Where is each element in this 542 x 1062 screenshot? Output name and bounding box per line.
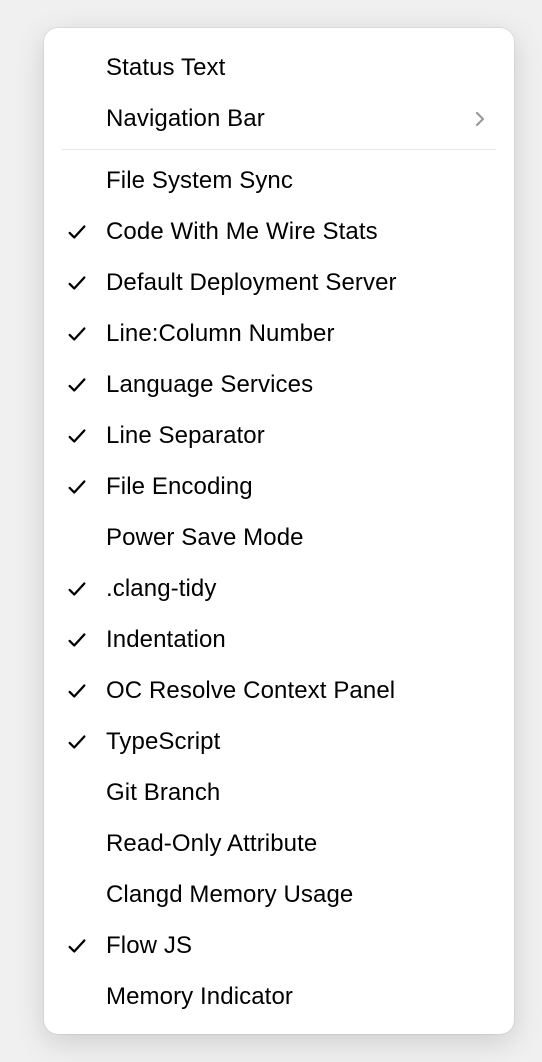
menu-item-label: Code With Me Wire Stats xyxy=(106,218,492,246)
menu-item-clang-tidy[interactable]: .clang-tidy xyxy=(44,563,514,614)
menu-item-label: Line Separator xyxy=(106,422,492,450)
menu-item-code-with-me-wire-stats[interactable]: Code With Me Wire Stats xyxy=(44,206,514,257)
menu-item-file-system-sync[interactable]: File System Sync xyxy=(44,155,514,206)
menu-item-clangd-memory-usage[interactable]: Clangd Memory Usage xyxy=(44,869,514,920)
menu-item-default-deployment-server[interactable]: Default Deployment Server xyxy=(44,257,514,308)
menu-item-label: .clang-tidy xyxy=(106,575,492,603)
check-icon xyxy=(66,935,106,957)
check-icon xyxy=(66,425,106,447)
menu-item-label: Default Deployment Server xyxy=(106,269,492,297)
menu-item-label: OC Resolve Context Panel xyxy=(106,677,492,705)
check-icon xyxy=(66,578,106,600)
menu-item-oc-resolve-context-panel[interactable]: OC Resolve Context Panel xyxy=(44,665,514,716)
menu-item-file-encoding[interactable]: File Encoding xyxy=(44,461,514,512)
check-icon xyxy=(66,323,106,345)
check-icon xyxy=(66,272,106,294)
menu-divider xyxy=(62,149,496,150)
menu-item-label: Indentation xyxy=(106,626,492,654)
menu-item-status-text[interactable]: Status Text xyxy=(44,42,514,93)
menu-item-language-services[interactable]: Language Services xyxy=(44,359,514,410)
menu-item-label: Flow JS xyxy=(106,932,492,960)
check-icon xyxy=(66,629,106,651)
menu-item-memory-indicator[interactable]: Memory Indicator xyxy=(44,971,514,1022)
menu-item-label: Power Save Mode xyxy=(106,524,492,552)
menu-item-flow-js[interactable]: Flow JS xyxy=(44,920,514,971)
menu-item-navigation-bar[interactable]: Navigation Bar xyxy=(44,93,514,144)
menu-item-git-branch[interactable]: Git Branch xyxy=(44,767,514,818)
chevron-right-icon xyxy=(468,110,492,128)
menu-item-label: Status Text xyxy=(106,54,492,82)
menu-item-label: Language Services xyxy=(106,371,492,399)
menu-item-label: Read-Only Attribute xyxy=(106,830,492,858)
check-icon xyxy=(66,374,106,396)
menu-item-label: File Encoding xyxy=(106,473,492,501)
menu-item-line-column-number[interactable]: Line:Column Number xyxy=(44,308,514,359)
menu-item-label: Memory Indicator xyxy=(106,983,492,1011)
menu-item-label: Navigation Bar xyxy=(106,105,468,133)
menu-item-power-save-mode[interactable]: Power Save Mode xyxy=(44,512,514,563)
menu-item-label: Clangd Memory Usage xyxy=(106,881,492,909)
check-icon xyxy=(66,680,106,702)
check-icon xyxy=(66,731,106,753)
menu-item-read-only-attribute[interactable]: Read-Only Attribute xyxy=(44,818,514,869)
check-icon xyxy=(66,476,106,498)
menu-item-label: File System Sync xyxy=(106,167,492,195)
menu-item-line-separator[interactable]: Line Separator xyxy=(44,410,514,461)
menu-item-typescript[interactable]: TypeScript xyxy=(44,716,514,767)
menu-item-indentation[interactable]: Indentation xyxy=(44,614,514,665)
menu-item-label: Line:Column Number xyxy=(106,320,492,348)
menu-item-label: Git Branch xyxy=(106,779,492,807)
check-icon xyxy=(66,221,106,243)
context-menu-panel: Status Text Navigation Bar File System Syn… xyxy=(44,28,514,1034)
menu-item-label: TypeScript xyxy=(106,728,492,756)
